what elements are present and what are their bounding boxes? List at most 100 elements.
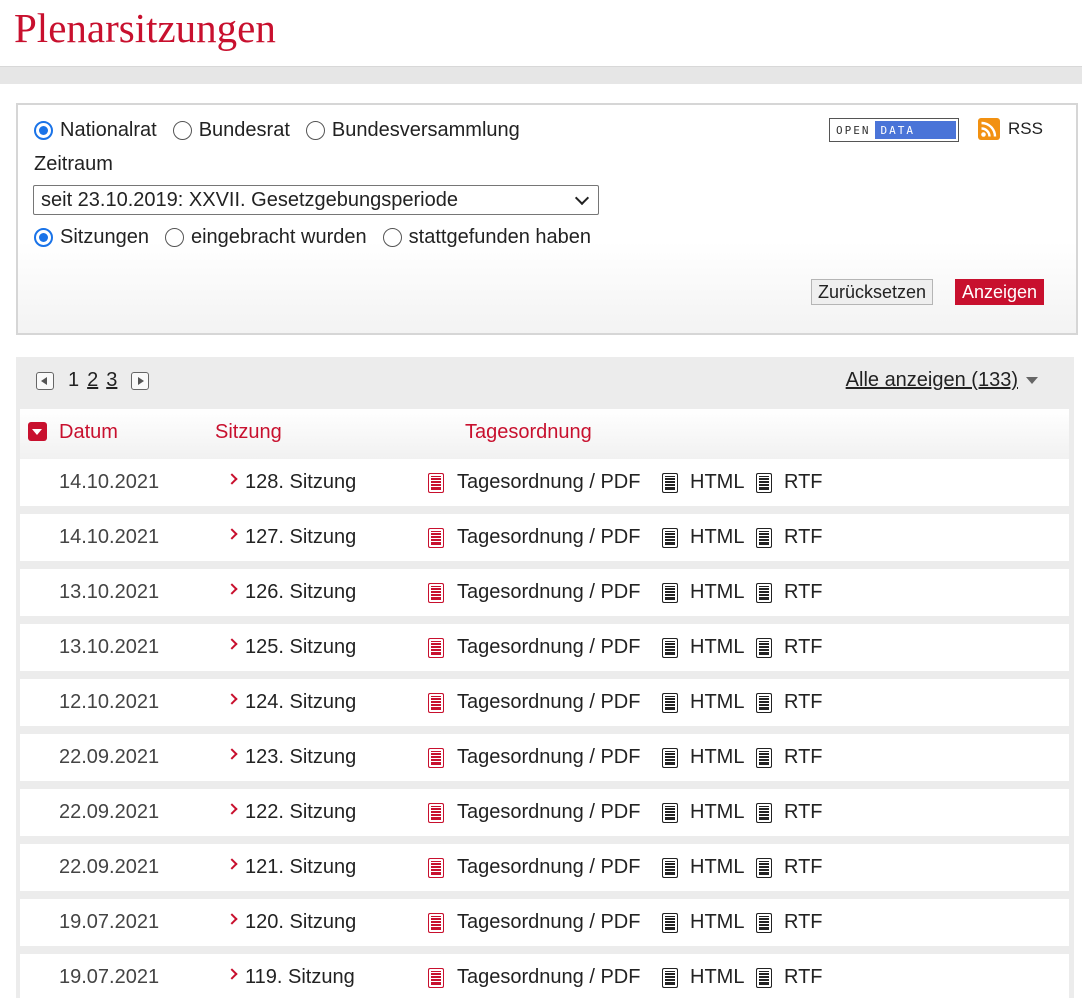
html-doc-icon[interactable] bbox=[662, 803, 678, 823]
prev-page-icon[interactable] bbox=[36, 371, 54, 390]
session-link[interactable]: 119. Sitzung bbox=[245, 966, 355, 989]
pdf-doc-icon[interactable] bbox=[428, 693, 444, 713]
show-button[interactable]: Anzeigen bbox=[955, 279, 1045, 305]
radio-label-bundesversammlung[interactable]: Bundesversammlung bbox=[332, 119, 520, 142]
html-doc-icon[interactable] bbox=[662, 638, 678, 658]
session-link[interactable]: 124. Sitzung bbox=[245, 691, 356, 714]
html-doc-icon[interactable] bbox=[662, 693, 678, 713]
agenda-pdf-link[interactable]: Tagesordnung / PDF bbox=[457, 581, 640, 604]
table-row: 19.07.2021 120. Sitzung Tagesordnung / PDF… bbox=[20, 899, 1069, 946]
pdf-doc-icon[interactable] bbox=[428, 748, 444, 768]
page-3-link[interactable]: 3 bbox=[106, 369, 117, 392]
session-link[interactable]: 128. Sitzung bbox=[245, 471, 356, 494]
agenda-html-link[interactable]: HTML bbox=[690, 801, 744, 824]
html-doc-icon[interactable] bbox=[662, 968, 678, 988]
agenda-rtf-link[interactable]: RTF bbox=[784, 526, 823, 549]
radio-label-sitzungen[interactable]: Sitzungen bbox=[60, 226, 149, 249]
period-select[interactable]: seit 23.10.2019: XXVII. Gesetzgebungsper… bbox=[33, 185, 599, 215]
page-2-link[interactable]: 2 bbox=[87, 369, 98, 392]
agenda-html-link[interactable]: HTML bbox=[690, 526, 744, 549]
rtf-doc-icon[interactable] bbox=[756, 913, 772, 933]
agenda-html-link[interactable]: HTML bbox=[690, 911, 744, 934]
radio-nationalrat[interactable] bbox=[34, 121, 53, 140]
rtf-doc-icon[interactable] bbox=[756, 473, 772, 493]
agenda-rtf-link[interactable]: RTF bbox=[784, 746, 823, 769]
next-page-icon[interactable] bbox=[131, 371, 150, 390]
pdf-doc-icon[interactable] bbox=[428, 968, 444, 988]
radio-label-bundesrat[interactable]: Bundesrat bbox=[199, 119, 290, 142]
session-link[interactable]: 123. Sitzung bbox=[245, 746, 356, 769]
radio-stattgefunden[interactable] bbox=[382, 228, 402, 247]
session-link[interactable]: 121. Sitzung bbox=[245, 856, 356, 879]
radio-eingebracht[interactable] bbox=[164, 228, 184, 247]
reset-button[interactable]: Zurücksetzen bbox=[811, 279, 934, 305]
rtf-doc-icon[interactable] bbox=[756, 748, 772, 768]
radio-bundesversammlung[interactable] bbox=[305, 121, 325, 140]
pdf-doc-icon[interactable] bbox=[428, 638, 444, 658]
agenda-rtf-link[interactable]: RTF bbox=[784, 966, 823, 989]
agenda-pdf-link[interactable]: Tagesordnung / PDF bbox=[457, 471, 640, 494]
pdf-doc-icon[interactable] bbox=[428, 913, 444, 933]
header-tagesordnung[interactable]: Tagesordnung bbox=[465, 421, 592, 444]
session-link[interactable]: 122. Sitzung bbox=[245, 801, 356, 824]
agenda-rtf-link[interactable]: RTF bbox=[784, 581, 823, 604]
session-link[interactable]: 127. Sitzung bbox=[245, 526, 356, 549]
agenda-rtf-link[interactable]: RTF bbox=[784, 911, 823, 934]
agenda-pdf-link[interactable]: Tagesordnung / PDF bbox=[457, 801, 640, 824]
rtf-doc-icon[interactable] bbox=[756, 968, 772, 988]
agenda-html-link[interactable]: HTML bbox=[690, 471, 744, 494]
agenda-pdf-link[interactable]: Tagesordnung / PDF bbox=[457, 856, 640, 879]
radio-label-eingebracht[interactable]: eingebracht wurden bbox=[191, 226, 367, 249]
show-all-link[interactable]: Alle anzeigen (133) bbox=[846, 369, 1038, 392]
radio-bundesrat[interactable] bbox=[172, 121, 192, 140]
zeitraum-label: Zeitraum bbox=[34, 153, 113, 175]
agenda-rtf-link[interactable]: RTF bbox=[784, 691, 823, 714]
session-link[interactable]: 120. Sitzung bbox=[245, 911, 356, 934]
pdf-doc-icon[interactable] bbox=[428, 858, 444, 878]
session-link[interactable]: 126. Sitzung bbox=[245, 581, 356, 604]
agenda-html-link[interactable]: HTML bbox=[690, 746, 744, 769]
html-doc-icon[interactable] bbox=[662, 583, 678, 603]
open-data-badge[interactable]: OPEN DATA bbox=[829, 118, 959, 142]
agenda-html-link[interactable]: HTML bbox=[690, 636, 744, 659]
rtf-doc-icon[interactable] bbox=[756, 803, 772, 823]
agenda-rtf-link[interactable]: RTF bbox=[784, 801, 823, 824]
html-doc-icon[interactable] bbox=[662, 913, 678, 933]
pdf-doc-icon[interactable] bbox=[428, 583, 444, 603]
agenda-pdf-link[interactable]: Tagesordnung / PDF bbox=[457, 966, 640, 989]
agenda-rtf-link[interactable]: RTF bbox=[784, 471, 823, 494]
pdf-doc-icon[interactable] bbox=[428, 803, 444, 823]
agenda-pdf-link[interactable]: Tagesordnung / PDF bbox=[457, 636, 640, 659]
agenda-html-link[interactable]: HTML bbox=[690, 691, 744, 714]
agenda-html-link[interactable]: HTML bbox=[690, 581, 744, 604]
rtf-doc-icon[interactable] bbox=[756, 638, 772, 658]
table-row: 14.10.2021 127. Sitzung Tagesordnung / PDF… bbox=[20, 514, 1069, 561]
rtf-doc-icon[interactable] bbox=[756, 583, 772, 603]
html-doc-icon[interactable] bbox=[662, 748, 678, 768]
agenda-html-link[interactable]: HTML bbox=[690, 966, 744, 989]
agenda-html-link[interactable]: HTML bbox=[690, 856, 744, 879]
agenda-pdf-link[interactable]: Tagesordnung / PDF bbox=[457, 911, 640, 934]
html-doc-icon[interactable] bbox=[662, 858, 678, 878]
agenda-pdf-link[interactable]: Tagesordnung / PDF bbox=[457, 691, 640, 714]
agenda-pdf-link[interactable]: Tagesordnung / PDF bbox=[457, 526, 640, 549]
rtf-doc-icon[interactable] bbox=[756, 858, 772, 878]
header-sitzung[interactable]: Sitzung bbox=[215, 421, 282, 444]
rss-link[interactable]: RSS bbox=[978, 118, 1043, 140]
pdf-doc-icon[interactable] bbox=[428, 473, 444, 493]
session-link[interactable]: 125. Sitzung bbox=[245, 636, 356, 659]
radio-label-stattgefunden[interactable]: stattgefunden haben bbox=[409, 226, 591, 249]
rtf-doc-icon[interactable] bbox=[756, 693, 772, 713]
sort-desc-icon[interactable] bbox=[28, 422, 47, 441]
html-doc-icon[interactable] bbox=[662, 473, 678, 493]
agenda-rtf-link[interactable]: RTF bbox=[784, 636, 823, 659]
agenda-rtf-link[interactable]: RTF bbox=[784, 856, 823, 879]
table-row: 12.10.2021 124. Sitzung Tagesordnung / PDF… bbox=[20, 679, 1069, 726]
header-datum[interactable]: Datum bbox=[59, 421, 118, 444]
rtf-doc-icon[interactable] bbox=[756, 528, 772, 548]
pdf-doc-icon[interactable] bbox=[428, 528, 444, 548]
radio-label-nationalrat[interactable]: Nationalrat bbox=[60, 119, 157, 142]
radio-sitzungen[interactable] bbox=[34, 228, 53, 247]
html-doc-icon[interactable] bbox=[662, 528, 678, 548]
agenda-pdf-link[interactable]: Tagesordnung / PDF bbox=[457, 746, 640, 769]
